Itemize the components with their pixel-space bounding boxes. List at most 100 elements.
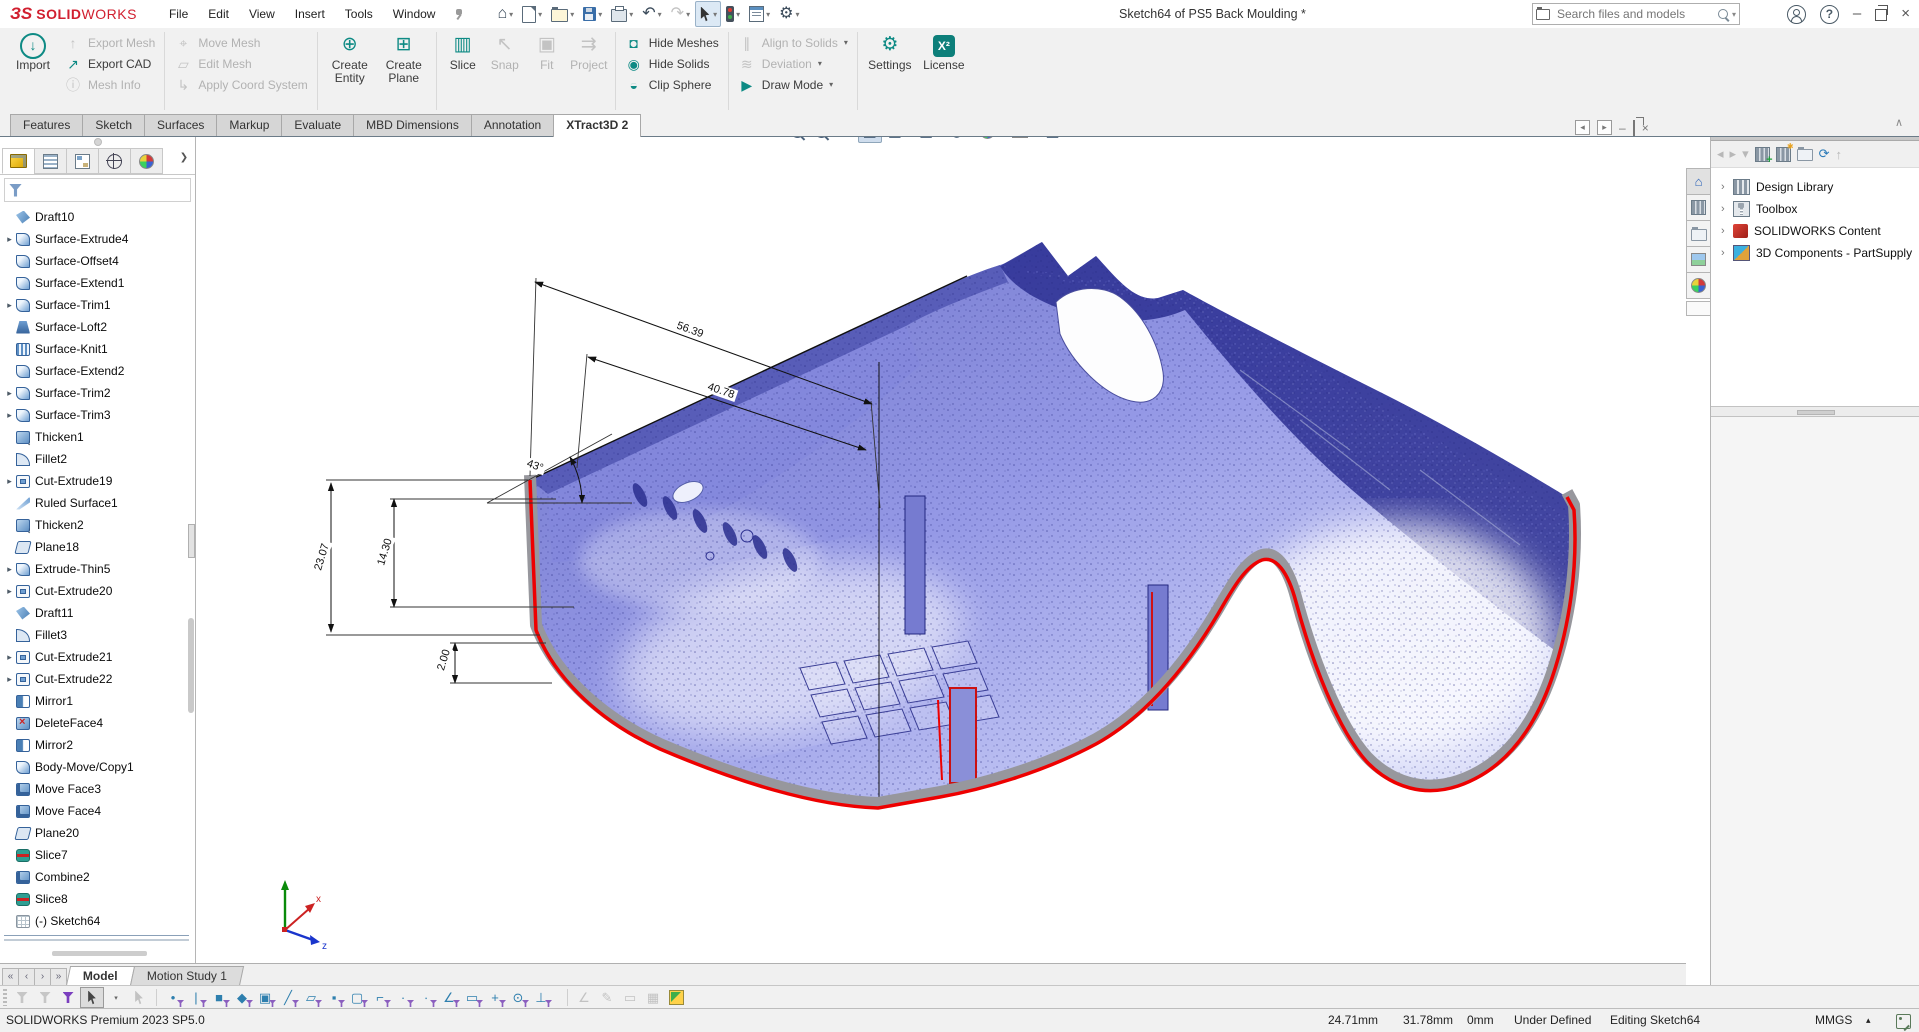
task-pane-tab[interactable] — [1686, 220, 1710, 247]
quick-tool-button[interactable]: ⚙ ▾ — [775, 1, 803, 27]
library-tree-item[interactable]: › 3D Components - PartSupply — [1711, 242, 1919, 264]
task-pane-strip-scroll[interactable] — [1686, 301, 1710, 316]
model-tab[interactable]: Model — [66, 966, 135, 986]
expand-icon[interactable]: ▸ — [3, 388, 16, 399]
expand-icon[interactable]: ▸ — [3, 652, 16, 663]
quick-tool-button[interactable]: ▾ — [547, 1, 578, 27]
feature-tree-item[interactable]: ▸ Surface-Trim2 — [0, 382, 195, 404]
command-tab[interactable]: XTract3D 2 — [553, 114, 641, 137]
ribbon-button[interactable]: X² License — [917, 32, 971, 73]
selection-filter-button[interactable]: ◆ — [231, 988, 253, 1007]
ribbon-button[interactable]: ▶Draw Mode ▾ — [734, 74, 852, 95]
ribbon-button[interactable]: ⓘMesh Info — [60, 74, 159, 95]
task-pane-tab[interactable] — [1686, 272, 1710, 299]
quick-tool-button[interactable]: ▾ — [579, 1, 606, 27]
dimension-value[interactable]: 43° — [523, 457, 547, 475]
select-tool-button[interactable] — [80, 987, 104, 1008]
feature-tree-item[interactable]: ▸ Surface-Extrude4 — [0, 228, 195, 250]
panel-splitter-dot[interactable] — [94, 138, 102, 146]
selection-filter-button[interactable]: ■ — [208, 988, 230, 1007]
library-tree-item[interactable]: › SOLIDWORKS Content — [1711, 220, 1919, 242]
task-pane-tab[interactable] — [1686, 246, 1710, 273]
feature-tree-item[interactable]: ▸ Mirror2 — [0, 734, 195, 756]
selection-filter-button[interactable]: ▱ — [300, 988, 322, 1007]
ribbon-button[interactable]: ⌖Move Mesh — [170, 32, 311, 53]
tab-nav-button[interactable]: ‹ — [18, 968, 35, 986]
library-tree-item[interactable]: › Design Library — [1711, 176, 1919, 198]
dimension-value[interactable]: 40.78 — [704, 380, 738, 402]
feature-tree-item[interactable]: ▸ Cut-Extrude20 — [0, 580, 195, 602]
chevron-right-icon[interactable]: › — [1721, 203, 1733, 215]
ribbon-button[interactable]: ⚙ Settings — [863, 32, 917, 73]
feature-tree-item[interactable]: ▸ Fillet3 — [0, 624, 195, 646]
chevron-right-icon[interactable]: › — [1721, 181, 1733, 193]
tags-icon[interactable] — [1896, 1014, 1911, 1029]
feature-tree-item[interactable]: ▸ Fillet2 — [0, 448, 195, 470]
menu-item[interactable]: View — [239, 0, 285, 28]
command-tab[interactable]: Markup — [216, 114, 282, 136]
library-tool-button[interactable]: ⟳ — [1819, 146, 1830, 162]
featuremanager-tab[interactable] — [2, 148, 35, 174]
ribbon-button[interactable]: ⇉Project — [568, 32, 610, 73]
feature-tree-item[interactable]: ▸ Cut-Extrude21 — [0, 646, 195, 668]
selection-filter-button[interactable]: ∠ — [438, 988, 460, 1007]
ribbon-button[interactable]: ▣Fit — [526, 32, 568, 73]
dimension-value[interactable]: 23.07 — [312, 540, 333, 574]
toolbar-grip[interactable] — [3, 989, 7, 1006]
quick-tool-button[interactable]: ↷ ▾ — [667, 1, 694, 27]
feature-tree-item[interactable]: ▸ Body-Move/Copy1 — [0, 756, 195, 778]
tree-filter-bar[interactable] — [4, 178, 191, 202]
selection-filter-button[interactable]: ╱ — [277, 988, 299, 1007]
feature-tree-item[interactable]: ▸ Surface-Extend1 — [0, 272, 195, 294]
selection-filter-button[interactable]: ∙ — [415, 988, 437, 1007]
viewport-3d-model[interactable] — [0, 0, 1919, 1031]
user-account-icon[interactable] — [1787, 5, 1806, 24]
selection-filter-button[interactable]: ⊥ — [530, 988, 552, 1007]
library-tool-button[interactable]: ↑ — [1836, 147, 1843, 162]
document-window-button[interactable]: – — [1619, 121, 1626, 135]
chevron-right-icon[interactable]: › — [1721, 247, 1733, 259]
close-button[interactable]: × — [1901, 0, 1910, 28]
menu-item[interactable]: Edit — [198, 0, 239, 28]
featuremanager-tab[interactable] — [34, 148, 67, 174]
expand-icon[interactable]: ▸ — [3, 586, 16, 597]
menu-item[interactable]: File — [159, 0, 198, 28]
feature-tree-item[interactable]: ▸ Combine2 — [0, 866, 195, 888]
document-window-button[interactable]: ▸ — [1597, 120, 1612, 135]
sketch-tool-button[interactable] — [665, 988, 687, 1007]
restore-button[interactable] — [1875, 9, 1887, 21]
ribbon-button[interactable]: ↗Export CAD — [60, 53, 159, 74]
ribbon-button[interactable]: ∥Align to Solids ▾ — [734, 32, 852, 53]
library-tool-button[interactable] — [1755, 147, 1770, 162]
selection-filter-button[interactable]: ⌐ — [369, 988, 391, 1007]
quick-tool-button[interactable]: ▾ — [518, 1, 546, 27]
sketch-tool-button[interactable]: ∠ — [573, 988, 595, 1007]
rollback-bar[interactable] — [4, 935, 189, 941]
filter-button[interactable] — [11, 988, 33, 1007]
ribbon-button[interactable]: ▥Slice — [442, 32, 484, 73]
pin-menu-icon[interactable] — [453, 8, 465, 20]
expand-icon[interactable]: ▸ — [3, 674, 16, 685]
feature-tree-item[interactable]: ▸ Slice7 — [0, 844, 195, 866]
selection-filter-button[interactable]: | — [185, 988, 207, 1007]
library-tree-item[interactable]: › Toolbox — [1711, 198, 1919, 220]
feature-tree-item[interactable]: ▸ Surface-Offset4 — [0, 250, 195, 272]
dimension-value[interactable]: 56.39 — [673, 319, 707, 341]
panel-splitter-handle[interactable] — [188, 524, 195, 558]
featuremanager-tab[interactable] — [130, 148, 163, 174]
feature-tree-item[interactable]: ▸ Draft11 — [0, 602, 195, 624]
tree-horizontal-scrollbar[interactable] — [52, 951, 147, 956]
feature-tree-item[interactable]: ▸ Surface-Extend2 — [0, 360, 195, 382]
ribbon-button[interactable]: ⊞Create Plane — [377, 32, 431, 86]
quick-tool-button[interactable]: ⌂ ▾ — [493, 1, 517, 27]
menu-item[interactable]: Window — [383, 0, 446, 28]
library-tool-button[interactable] — [1797, 147, 1813, 161]
feature-tree-item[interactable]: ▸ Cut-Extrude19 — [0, 470, 195, 492]
selection-filter-button[interactable]: • — [162, 988, 184, 1007]
feature-tree-item[interactable]: ▸ Cut-Extrude22 — [0, 668, 195, 690]
selection-filter-button[interactable]: ⊙ — [507, 988, 529, 1007]
feature-tree-item[interactable]: ▸ Draft10 — [0, 206, 195, 228]
task-pane-tab[interactable]: ⌂ — [1686, 168, 1710, 195]
quick-tool-button[interactable]: ▾ — [695, 1, 721, 27]
search-dropdown-icon[interactable]: ▾ — [1732, 10, 1736, 19]
